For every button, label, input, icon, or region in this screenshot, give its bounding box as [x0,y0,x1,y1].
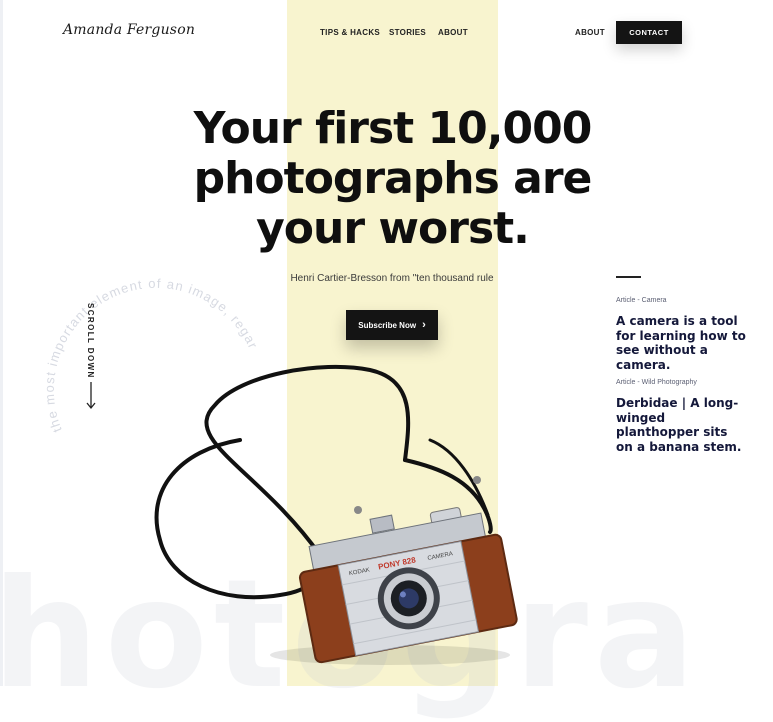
article-title[interactable]: A camera is a tool for learning how to s… [616,314,746,372]
articles-divider [616,276,641,278]
scroll-down-label[interactable]: SCROLL DOWN [86,303,95,379]
strap-ring [354,506,362,514]
nav-tips-hacks[interactable]: TIPS & HACKS [320,28,380,37]
arrow-down-icon[interactable] [84,381,98,411]
headline-line-2: photographs are [193,153,593,204]
article-category: Article - Wild Photography [616,379,697,386]
nav-about-right[interactable]: ABOUT [575,28,605,37]
nav-about[interactable]: ABOUT [438,28,468,37]
hero-headline: Your first 10,000 photographs are your w… [170,104,615,254]
subscribe-button[interactable]: Subscribe Now › [346,310,438,340]
contact-button[interactable]: CONTACT [616,21,682,44]
strap-ring [473,476,481,484]
camera-strap [154,438,324,600]
camera-body: KODAK PONY 828 CAMERA [298,507,518,664]
logo[interactable]: Amanda Ferguson [63,22,195,38]
headline-line-1: Your first 10,000 [193,103,593,154]
subscribe-label: Subscribe Now [358,320,417,330]
article-category: Article - Camera [616,297,667,304]
camera-image: KODAK PONY 828 CAMERA [154,364,518,665]
chevron-right-icon: › [422,318,426,331]
nav-stories[interactable]: STORIES [389,28,426,37]
article-title[interactable]: Derbidae | A long-winged planthopper sit… [616,396,746,454]
